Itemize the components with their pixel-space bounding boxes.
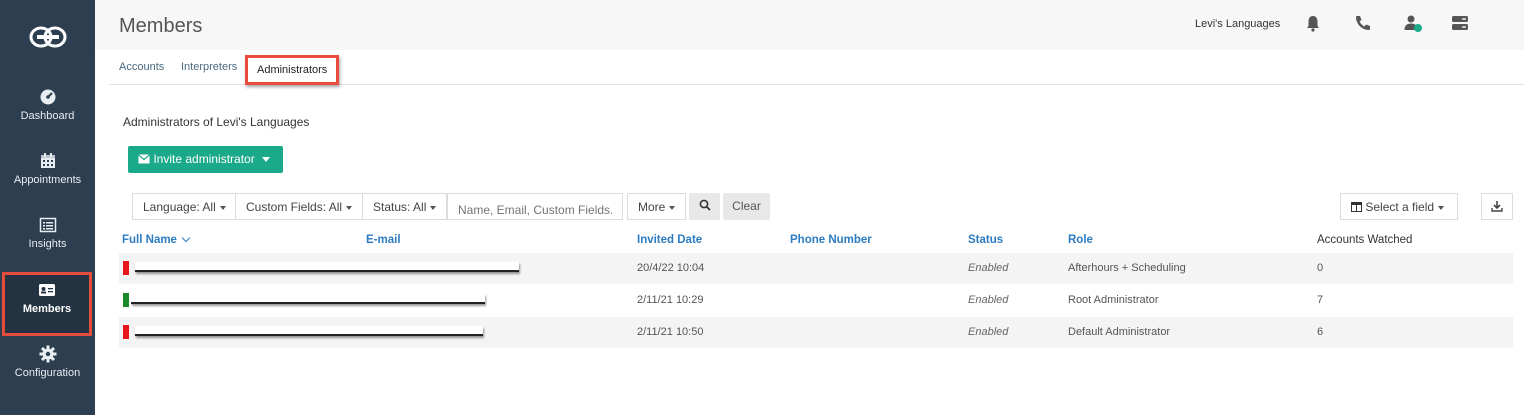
invited-date: 20/4/22 10:04: [637, 262, 705, 274]
calendar-icon: [40, 153, 55, 168]
insights-icon: [39, 217, 56, 233]
sidebar-item-dashboard[interactable]: Dashboard: [0, 88, 95, 146]
language-filter[interactable]: Language: All: [132, 193, 237, 220]
select-field-label: Select a field: [1365, 200, 1435, 214]
row-flag: [123, 293, 129, 307]
sort-descending-icon: [181, 233, 191, 243]
column-header-email[interactable]: E-mail: [366, 234, 401, 246]
role-value: Afterhours + Scheduling: [1068, 262, 1186, 274]
custom-fields-filter-label: Custom Fields: All: [246, 200, 343, 214]
tab-accounts[interactable]: Accounts: [119, 61, 164, 73]
table-row[interactable]: 2/11/21 10:29 Enabled Root Administrator…: [119, 285, 1513, 316]
chevron-down-icon: [346, 205, 353, 210]
status-value: Enabled: [968, 294, 1009, 306]
column-header-accounts-watched: Accounts Watched: [1317, 234, 1413, 246]
bell-icon[interactable]: [1303, 13, 1323, 33]
gear-icon: [39, 345, 56, 363]
logo-icon[interactable]: [29, 25, 67, 49]
role-value: Root Administrator: [1068, 294, 1159, 306]
tab-administrators[interactable]: Administrators: [245, 55, 340, 85]
sidebar-item-appointments[interactable]: Appointments: [0, 152, 95, 210]
sidebar-item-label: Members: [22, 303, 72, 315]
table-row[interactable]: 20/4/22 10:04 Enabled Afterhours + Sched…: [119, 253, 1513, 284]
sidebar-item-label: Insights: [28, 238, 67, 250]
invite-administrator-button[interactable]: Invite administrator: [128, 146, 283, 173]
status-value: Enabled: [968, 326, 1009, 338]
column-header-role[interactable]: Role: [1068, 234, 1093, 246]
clear-button[interactable]: Clear: [723, 193, 770, 220]
more-filter-label: More: [638, 200, 666, 214]
dashboard-icon: [40, 89, 55, 105]
redacted-name-email: [135, 326, 483, 336]
column-header-label: Full Name: [122, 234, 177, 246]
redacted-name-email: [135, 262, 519, 272]
column-header-invited-date[interactable]: Invited Date: [637, 234, 702, 246]
row-flag: [123, 325, 129, 339]
invited-date: 2/11/21 10:29: [637, 294, 704, 306]
sidebar-item-label: Configuration: [14, 367, 81, 379]
search-input[interactable]: [447, 193, 623, 220]
column-header-full-name[interactable]: Full Name: [122, 233, 191, 246]
chevron-down-icon: [669, 205, 676, 210]
search-icon: [699, 199, 711, 211]
accounts-watched-value: 6: [1317, 326, 1324, 338]
sidebar-item-label: Dashboard: [20, 110, 75, 122]
table-row[interactable]: 2/11/21 10:50 Enabled Default Administra…: [119, 317, 1513, 348]
custom-fields-filter[interactable]: Custom Fields: All: [235, 193, 364, 220]
status-filter-label: Status: All: [373, 200, 427, 214]
top-bar: Members Levi's Languages: [95, 0, 1524, 50]
sidebar-item-insights[interactable]: Insights: [0, 216, 95, 274]
page-title: Members: [119, 15, 203, 37]
row-flag: [123, 261, 129, 275]
sidebar-item-members[interactable]: Members: [2, 272, 92, 336]
chevron-down-icon: [430, 205, 437, 210]
sidebar-item-label: Appointments: [13, 174, 82, 186]
accounts-watched-value: 0: [1317, 262, 1324, 274]
organization-name[interactable]: Levi's Languages: [1195, 18, 1280, 30]
id-card-icon: [39, 284, 55, 296]
invite-administrator-label: Invite administrator: [153, 152, 255, 166]
language-filter-label: Language: All: [143, 200, 216, 214]
invited-date: 2/11/21 10:50: [637, 326, 704, 338]
more-filter[interactable]: More: [627, 193, 687, 220]
chevron-down-icon: [261, 157, 270, 163]
sidebar: Dashboard Appointments Insights Members …: [0, 0, 95, 415]
server-icon[interactable]: [1450, 13, 1470, 33]
envelope-icon: [138, 154, 150, 164]
status-value: Enabled: [968, 262, 1009, 274]
chevron-down-icon: [219, 205, 226, 210]
column-header-status[interactable]: Status: [968, 234, 1003, 246]
download-icon: [1491, 201, 1503, 212]
section-heading: Administrators of Levi's Languages: [123, 115, 310, 129]
columns-icon: [1351, 202, 1362, 212]
member-tabs: Accounts Interpreters Administrators: [109, 55, 1524, 85]
search-button[interactable]: [689, 193, 720, 220]
redacted-name-email: [131, 294, 485, 304]
role-value: Default Administrator: [1068, 326, 1171, 338]
chevron-down-icon: [1438, 205, 1445, 210]
download-button[interactable]: [1481, 193, 1513, 220]
status-filter[interactable]: Status: All: [362, 193, 448, 220]
column-header-phone-number[interactable]: Phone Number: [790, 234, 872, 246]
sidebar-item-configuration[interactable]: Configuration: [0, 345, 95, 403]
user-status-icon[interactable]: [1403, 13, 1423, 33]
tab-interpreters[interactable]: Interpreters: [181, 61, 237, 73]
select-field-dropdown[interactable]: Select a field: [1340, 193, 1458, 220]
phone-icon[interactable]: [1353, 13, 1373, 33]
accounts-watched-value: 7: [1317, 294, 1324, 306]
